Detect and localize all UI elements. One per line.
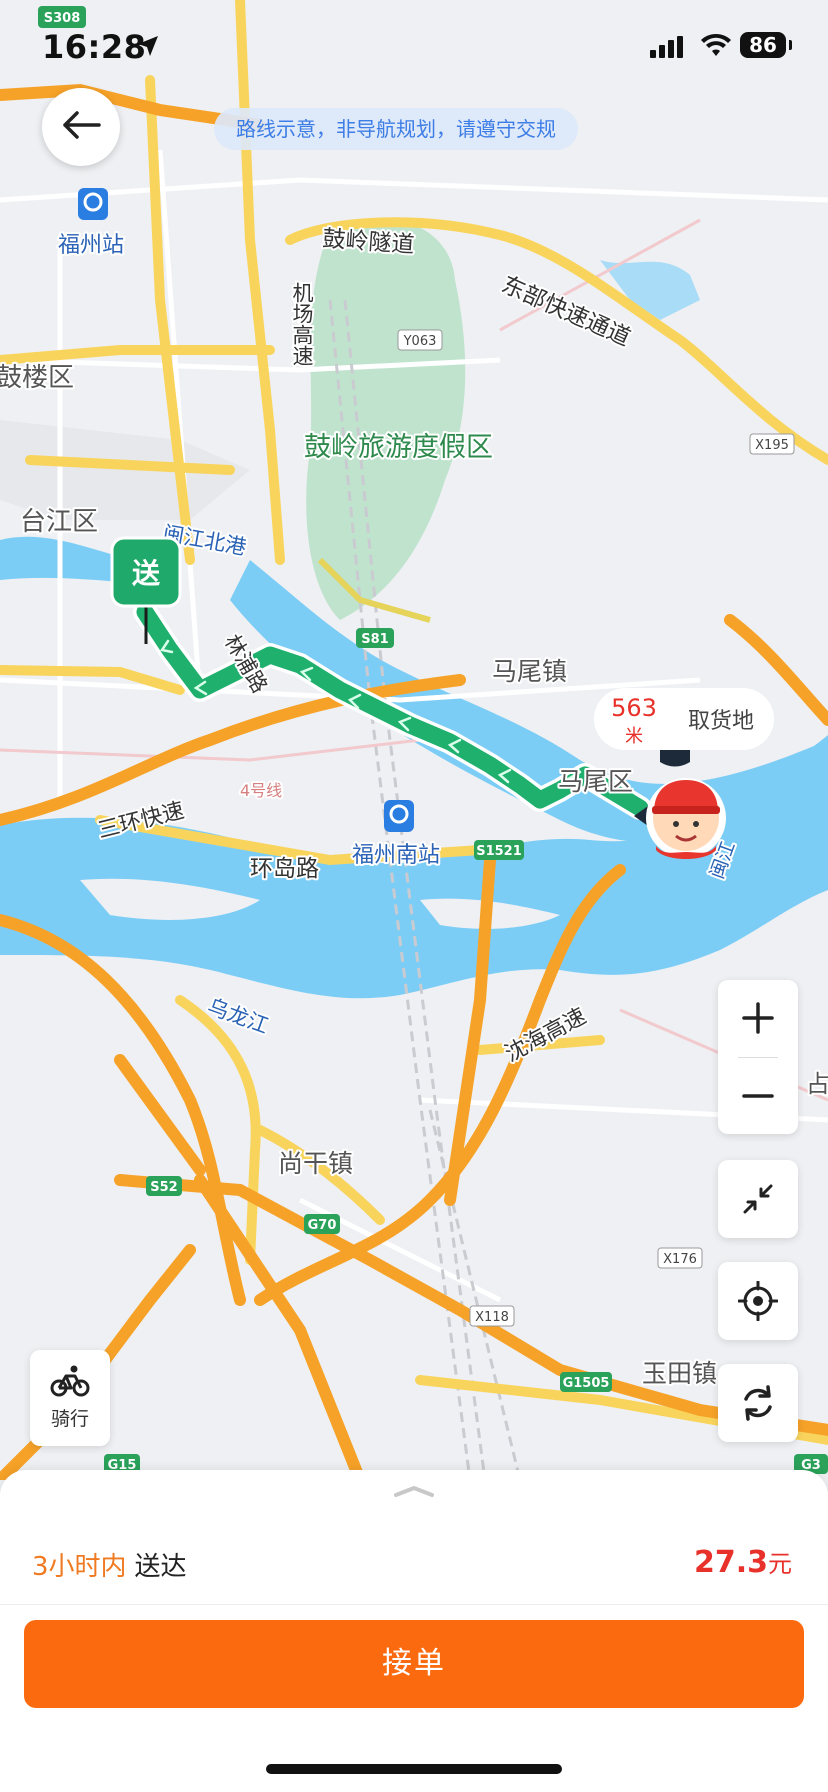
order-panel: 3小时内 送达 27.3元 接单 xyxy=(0,1470,828,1792)
shield-s52: S52 xyxy=(150,1180,177,1195)
shield-x195: X195 xyxy=(755,438,789,453)
status-bar: 16:28 86 xyxy=(0,28,828,68)
back-button[interactable] xyxy=(42,88,120,166)
locate-button[interactable] xyxy=(718,1262,798,1340)
zoom-out-button[interactable] xyxy=(718,1058,798,1135)
label-gulou: 鼓楼区 xyxy=(0,363,74,393)
pickup-distance: 563 xyxy=(611,694,657,722)
label-zhan: 占 xyxy=(806,1070,828,1098)
zoom-in-button[interactable] xyxy=(718,980,798,1057)
eta-suffix: 送达 xyxy=(134,1552,187,1582)
shield-x176: X176 xyxy=(663,1252,697,1267)
route-notice-banner: 路线示意，非导航规划，请遵守交规 xyxy=(214,108,578,150)
label-huandao-road: 环岛路 xyxy=(250,856,319,882)
refresh-button[interactable] xyxy=(718,1364,798,1442)
label-airport-hwy: 机场高速 xyxy=(290,282,314,366)
refresh-icon xyxy=(744,1385,772,1421)
back-arrow-icon xyxy=(61,110,101,144)
dropoff-marker-label: 送 xyxy=(132,557,160,590)
shield-y063: Y063 xyxy=(403,334,437,349)
battery-indicator: 86 xyxy=(740,32,792,58)
zoom-controls xyxy=(718,980,798,1134)
price-unit: 元 xyxy=(768,1550,792,1578)
home-indicator xyxy=(266,1764,562,1774)
label-line4: 4号线 xyxy=(240,781,282,800)
label-shanggan: 尚干镇 xyxy=(278,1149,353,1178)
label-fuzhou-south: 福州南站 xyxy=(352,843,440,868)
fuzhou-south-station-icon[interactable] xyxy=(384,800,414,832)
panel-drag-handle-icon[interactable] xyxy=(392,1484,436,1498)
pickup-distance-unit: 米 xyxy=(625,726,643,747)
label-fuzhou-station: 福州站 xyxy=(58,233,124,258)
minus-icon xyxy=(742,1094,774,1098)
shield-s81: S81 xyxy=(361,632,388,647)
accept-order-button[interactable]: 接单 xyxy=(24,1620,804,1708)
label-mawei-district: 马尾区 xyxy=(558,767,633,796)
status-time: 16:28 xyxy=(42,28,147,66)
label-yutian: 玉田镇 xyxy=(642,1359,717,1388)
collapse-icon xyxy=(743,1184,773,1214)
label-mawei-town: 马尾镇 xyxy=(492,657,567,686)
shield-s1521: S1521 xyxy=(476,844,522,859)
shield-s308: S308 xyxy=(44,11,81,26)
eta-highlight: 3小时内 xyxy=(32,1552,127,1582)
wifi-icon xyxy=(700,32,732,62)
price-value: 27.3 xyxy=(693,1545,768,1580)
order-price: 27.3元 xyxy=(694,1544,792,1580)
map-canvas[interactable]: S308 S81 S1521 S52 G70 G1505 G15 G3 Y063… xyxy=(0,0,828,1480)
fuzhou-station-icon[interactable] xyxy=(78,188,108,220)
label-guling-resort: 鼓岭旅游度假区 xyxy=(304,432,493,463)
ride-mode-label: 骑行 xyxy=(50,1408,89,1430)
ride-mode-button[interactable]: 骑行 xyxy=(30,1350,110,1446)
shield-x118: X118 xyxy=(475,1310,509,1325)
plus-icon xyxy=(742,1002,774,1034)
cellular-signal-icon xyxy=(650,36,684,62)
delivery-eta: 3小时内 送达 xyxy=(32,1546,187,1583)
location-arrow-icon xyxy=(136,34,160,62)
shield-g70: G70 xyxy=(308,1218,337,1233)
pickup-label: 取货地 xyxy=(688,709,754,734)
shield-g1505: G1505 xyxy=(563,1376,610,1391)
label-taijiang: 台江区 xyxy=(20,507,98,537)
crosshair-icon xyxy=(738,1281,778,1321)
collapse-view-button[interactable] xyxy=(718,1160,798,1238)
bicycle-icon xyxy=(30,1364,110,1402)
